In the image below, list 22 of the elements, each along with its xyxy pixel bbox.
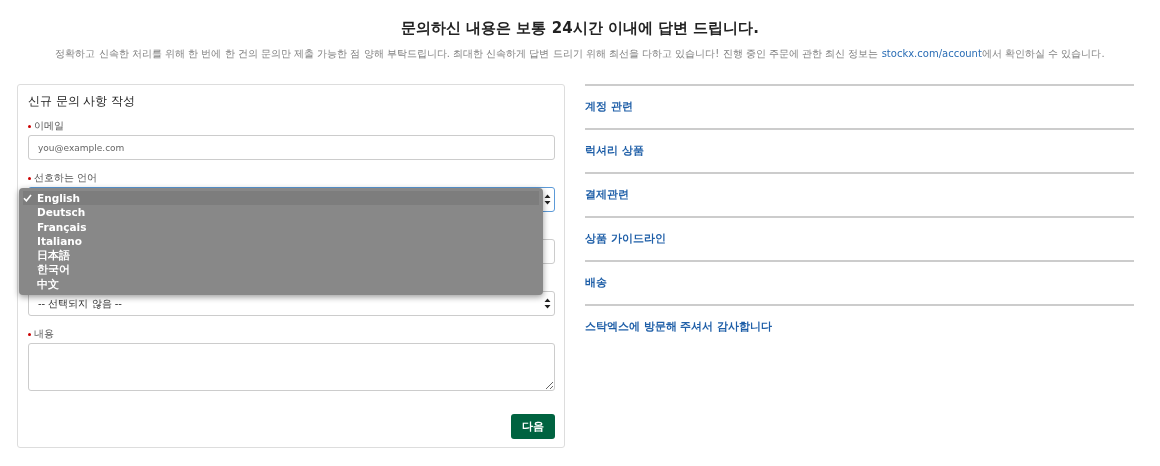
account-link[interactable]: stockx.com/account <box>881 48 982 59</box>
topic-link[interactable]: 계정 관련 <box>585 100 633 114</box>
notice-text: 정확하고 신속한 처리를 위해 한 번에 한 건의 문의만 제출 가능한 점 양해 부탁드립니다. 최대한 신속하게 답변 드리기 위해 최선을 다하고 있습니다! 진행 중인 주문에 관한 최신 정보는 stockx.com/account에서 확인하실 수 있습니다. <box>54 47 1106 61</box>
next-button[interactable]: 다음 <box>511 414 555 439</box>
topic-link[interactable]: 배송 <box>585 276 607 290</box>
topic-link[interactable]: 상품 가이드라인 <box>585 232 666 246</box>
field-label: 선호하는 언어 <box>34 171 98 185</box>
page-title: 문의하신 내용은 보통 24시간 이내에 답변 드립니다. <box>400 18 760 39</box>
form-title: 신규 문의 사항 작성 <box>28 93 136 109</box>
language-option[interactable]: 中文 <box>23 276 539 292</box>
topic-link[interactable]: 스탁엑스에 방문해 주셔서 감사합니다 <box>585 320 772 334</box>
language-option[interactable]: Français <box>23 219 539 234</box>
topic-link[interactable]: 결제관련 <box>585 188 629 202</box>
language-option[interactable]: 한국어 <box>23 262 539 277</box>
language-option[interactable]: Italiano <box>23 233 539 249</box>
language-option[interactable]: 日本語 <box>23 248 539 263</box>
field-label: 이메일 <box>34 119 64 133</box>
input-field[interactable]: you@example.com <box>28 135 555 160</box>
language-option[interactable]: English <box>23 191 539 206</box>
field-label: 내용 <box>34 327 54 341</box>
language-option[interactable]: Deutsch <box>23 205 539 220</box>
topic-link[interactable]: 럭셔리 상품 <box>585 144 644 158</box>
